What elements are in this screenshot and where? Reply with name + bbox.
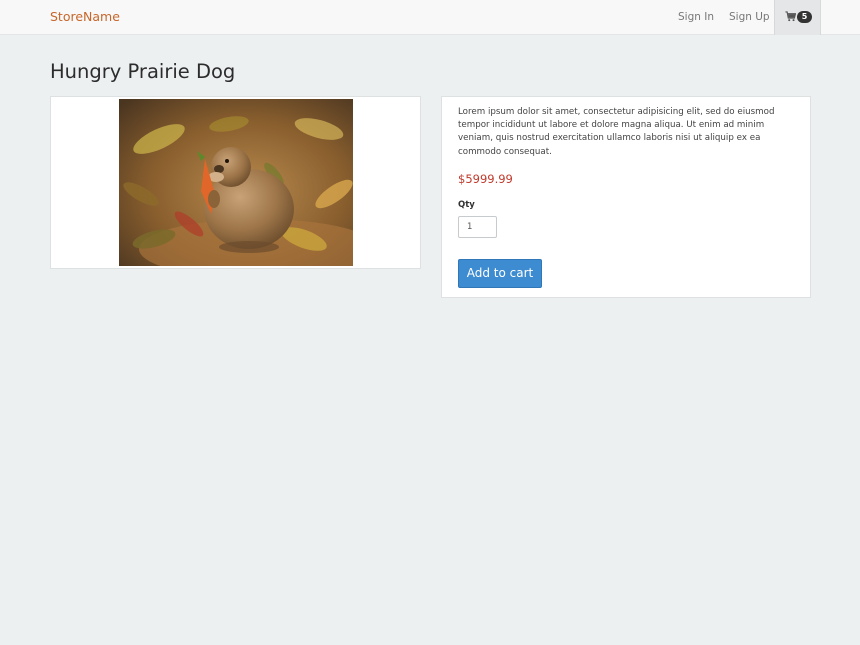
product-info-panel: Lorem ipsum dolor sit amet, consectetur … [441,96,811,298]
product-description: Lorem ipsum dolor sit amet, consectetur … [458,107,775,157]
add-to-cart-button[interactable]: Add to cart [458,259,542,288]
product-photo [119,99,353,266]
shopping-cart-icon [785,11,796,22]
product-image-panel [50,96,421,269]
brand-link[interactable]: StoreName [50,0,120,35]
page-title: Hungry Prairie Dog [50,60,236,83]
cart-button[interactable]: 5 [774,0,821,35]
navbar: StoreName Sign In Sign Up 5 [0,0,860,35]
sign-up-link[interactable]: Sign Up [729,0,770,35]
cart-count-badge: 5 [797,11,812,23]
qty-input[interactable] [458,216,497,238]
qty-label: Qty [458,200,475,210]
product-price: $5999.99 [458,172,513,186]
sign-in-link[interactable]: Sign In [678,0,714,35]
